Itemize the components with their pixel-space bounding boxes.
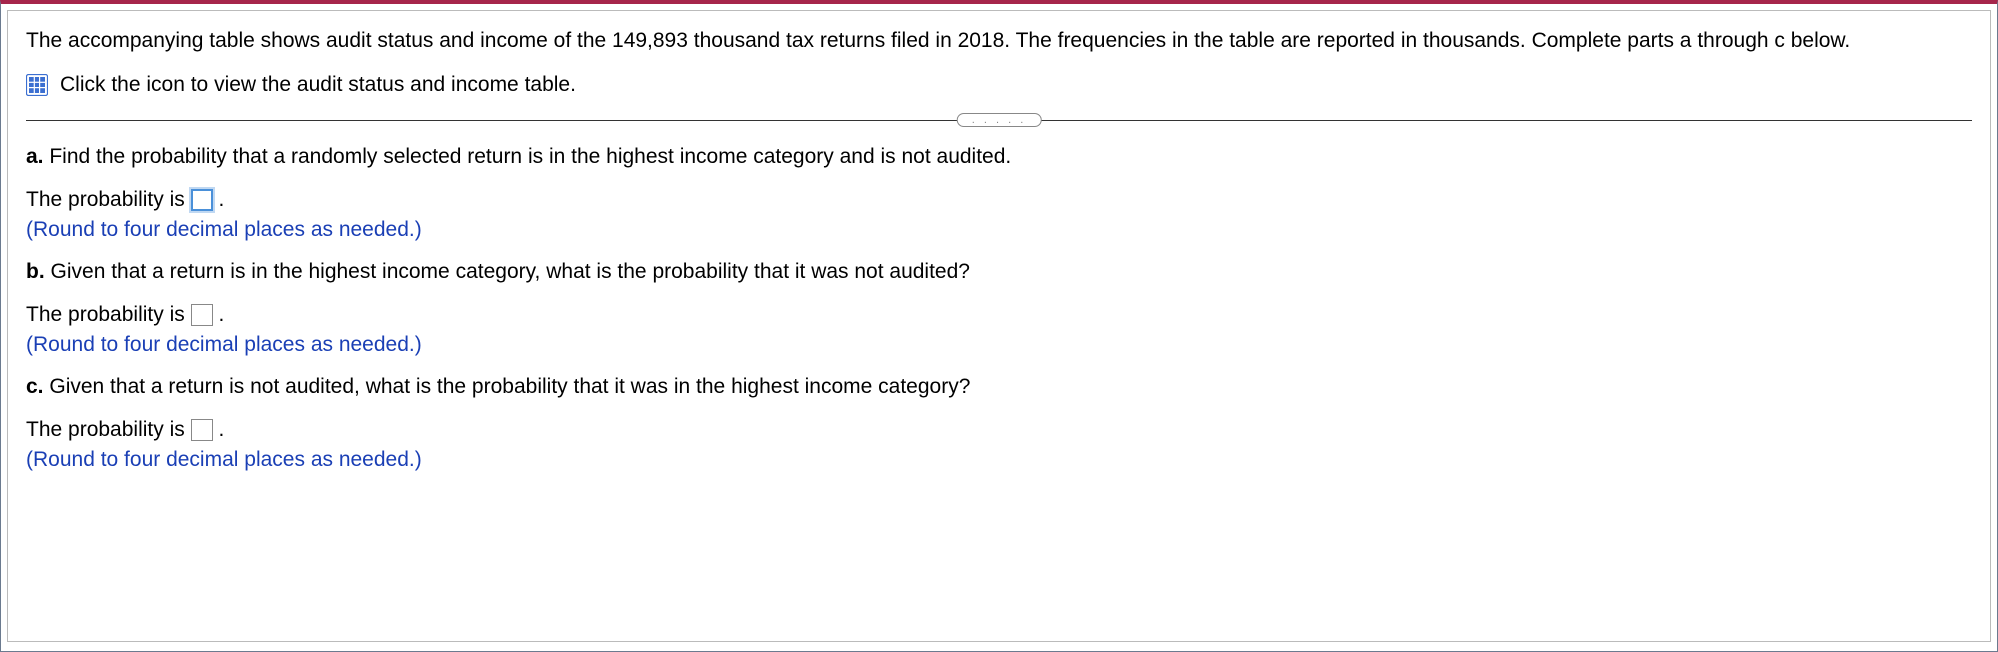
part-c: c. Given that a return is not audited, w… <box>26 373 1972 474</box>
part-b-label: b. <box>26 260 45 283</box>
part-b-question: Given that a return is in the highest in… <box>51 260 970 283</box>
table-link-text[interactable]: Click the icon to view the audit status … <box>60 73 576 97</box>
question-panel: The accompanying table shows audit statu… <box>0 0 1998 652</box>
part-b-hint: (Round to four decimal places as needed.… <box>26 331 1972 359</box>
part-a-label: a. <box>26 145 44 168</box>
question-intro: The accompanying table shows audit statu… <box>26 27 1972 55</box>
part-c-answer-prefix: The probability is <box>26 418 185 441</box>
part-c-answer-suffix: . <box>218 418 224 441</box>
part-a-answer-input[interactable] <box>191 189 213 211</box>
part-b-answer-line: The probability is . <box>26 301 1972 329</box>
part-a-answer-prefix: The probability is <box>26 188 185 211</box>
part-a: a. Find the probability that a randomly … <box>26 143 1972 244</box>
part-b-answer-prefix: The probability is <box>26 303 185 326</box>
part-c-answer-line: The probability is . <box>26 416 1972 444</box>
part-b-answer-suffix: . <box>218 303 224 326</box>
part-a-answer-line: The probability is . <box>26 186 1972 214</box>
part-c-label: c. <box>26 375 44 398</box>
part-c-answer-input[interactable] <box>191 419 213 441</box>
section-separator: . . . . . <box>26 111 1972 129</box>
part-b: b. Given that a return is in the highest… <box>26 258 1972 359</box>
part-a-question: Find the probability that a randomly sel… <box>49 145 1011 168</box>
part-c-hint: (Round to four decimal places as needed.… <box>26 446 1972 474</box>
part-a-answer-suffix: . <box>218 188 224 211</box>
part-b-answer-input[interactable] <box>191 304 213 326</box>
question-content: The accompanying table shows audit statu… <box>7 10 1991 642</box>
table-link-row: Click the icon to view the audit status … <box>26 73 1972 97</box>
table-icon[interactable] <box>26 74 48 96</box>
separator-pill[interactable]: . . . . . <box>957 113 1042 127</box>
part-c-question: Given that a return is not audited, what… <box>49 375 970 398</box>
part-a-hint: (Round to four decimal places as needed.… <box>26 216 1972 244</box>
